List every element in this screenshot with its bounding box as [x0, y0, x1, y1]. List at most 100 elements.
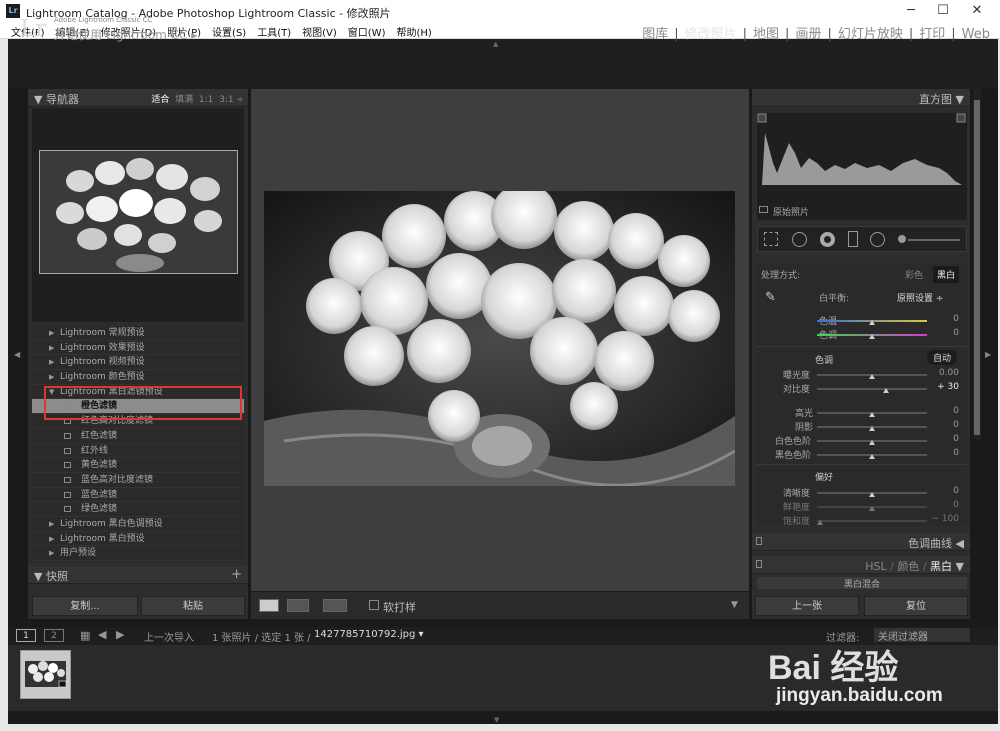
primary-window-button[interactable]: 1 [16, 629, 36, 642]
copy-button[interactable]: 复制... [32, 596, 138, 616]
preset-folder[interactable]: ▶ Lightroom 黑白预设 [32, 532, 244, 547]
preset-item[interactable]: 红外线 [32, 444, 244, 459]
panel-switch-icon[interactable] [756, 560, 762, 568]
graduated-filter-icon[interactable] [848, 231, 858, 247]
menu-view[interactable]: 视图(V) [291, 22, 337, 39]
grid-icon[interactable]: ▦ [80, 629, 90, 642]
menu-help[interactable]: 帮助(H) [385, 22, 431, 39]
shadows-slider-knob[interactable] [869, 426, 875, 431]
preset-folder[interactable]: ▶ Lightroom 视频预设 [32, 355, 244, 371]
preset-item[interactable]: 绿色滤镜 [32, 502, 244, 517]
toolbar-menu-icon[interactable]: ▼ [731, 600, 738, 610]
saturation-value[interactable]: − 100 [929, 514, 959, 524]
module-map[interactable]: 地图 [747, 27, 785, 42]
preset-folder[interactable]: ▶ 用户预设 [32, 546, 244, 561]
previous-button[interactable]: 上一张 [755, 596, 859, 616]
blacks-value[interactable]: 0 [929, 448, 959, 458]
histogram-header[interactable]: 直方图 ▼ [752, 89, 970, 107]
back-arrow-icon[interactable]: ◀ [98, 628, 106, 641]
snapshots-header[interactable]: ▼ 快照 + [28, 566, 248, 584]
bw-tab[interactable]: 黑白 [930, 560, 952, 573]
preset-item[interactable]: 红色滤镜 [32, 429, 244, 444]
secondary-window-button[interactable]: 2 [44, 629, 64, 642]
contrast-slider[interactable] [817, 388, 927, 390]
highlights-slider-knob[interactable] [869, 412, 875, 417]
close-button[interactable]: ✕ [962, 2, 992, 20]
menu-tools[interactable]: 工具(T) [246, 22, 291, 39]
forward-arrow-icon[interactable]: ▶ [116, 628, 124, 641]
tint-slider-knob[interactable] [869, 334, 875, 339]
whites-value[interactable]: 0 [929, 434, 959, 444]
preset-item[interactable]: 蓝色高对比度滤镜 [32, 473, 244, 488]
main-photo[interactable] [264, 191, 735, 486]
tone-curve-header[interactable]: 色调曲线 ◀ [752, 533, 970, 551]
loupe-view-icon[interactable] [259, 599, 279, 612]
preset-folder[interactable]: ▶ Lightroom 效果预设 [32, 341, 244, 356]
blacks-slider-knob[interactable] [869, 454, 875, 459]
module-develop[interactable]: 修改照片 [679, 27, 743, 42]
before-after-yy-icon[interactable] [323, 599, 347, 612]
minimize-button[interactable]: ─ [896, 2, 926, 20]
module-slideshow[interactable]: 幻灯片放映 [832, 27, 909, 42]
color-tab[interactable]: 颜色 [897, 560, 919, 573]
add-snapshot-button[interactable]: + [231, 567, 242, 582]
original-photo-checkbox[interactable] [759, 206, 768, 213]
highlights-value[interactable]: 0 [929, 406, 959, 416]
zoom-3-1[interactable]: 3:1 ÷ [219, 95, 244, 105]
softproof-checkbox[interactable] [369, 600, 379, 610]
white-balance-eyedropper-icon[interactable]: ✎ [765, 290, 781, 306]
reset-button[interactable]: 复位 [864, 596, 968, 616]
zoom-fit[interactable]: 适合 [151, 95, 169, 105]
before-after-view-icon[interactable] [287, 599, 309, 612]
wb-select[interactable]: 原照设置 ÷ [897, 291, 943, 304]
filmstrip-thumbnail[interactable] [20, 650, 71, 699]
hsl-header[interactable]: HSL / 颜色 / 黑白 ▼ [752, 556, 970, 574]
preset-folder[interactable]: ▶ Lightroom 常规预设 [32, 326, 244, 341]
maximize-button[interactable]: ☐ [928, 2, 958, 20]
adjustment-brush-icon[interactable] [898, 235, 906, 243]
brush-size-slider[interactable] [908, 239, 960, 241]
navigator-header[interactable]: ▼ 导航器 适合 填满 1:1 3:1 ÷ [28, 89, 248, 107]
left-panel-toggle-icon[interactable]: ◀ [14, 350, 20, 359]
whites-slider-knob[interactable] [869, 440, 875, 445]
tint-value[interactable]: 0 [929, 328, 959, 338]
hsl-tab[interactable]: HSL [865, 560, 886, 573]
histogram[interactable]: 原始照片 [757, 113, 967, 220]
treatment-color-button[interactable]: 彩色 [905, 268, 923, 281]
module-book[interactable]: 画册 [789, 27, 827, 42]
clarity-value[interactable]: 0 [929, 486, 959, 496]
module-library[interactable]: 图库 [636, 27, 674, 42]
auto-tone-button[interactable]: 自动 [927, 350, 958, 365]
vibrance-slider-knob[interactable] [869, 506, 875, 511]
spot-removal-tool-icon[interactable] [792, 232, 807, 247]
radial-filter-icon[interactable] [870, 232, 885, 247]
treatment-bw-button[interactable]: 黑白 [933, 266, 960, 283]
temp-slider-knob[interactable] [869, 320, 875, 325]
module-print[interactable]: 打印 [913, 27, 951, 42]
vibrance-value[interactable]: 0 [929, 500, 959, 510]
saturation-slider[interactable] [817, 520, 927, 522]
bottom-panel-toggle-icon[interactable]: ▼ [494, 716, 499, 724]
contrast-value[interactable]: + 30 [929, 382, 959, 392]
menu-window[interactable]: 窗口(W) [337, 22, 386, 39]
preset-item[interactable]: 蓝色滤镜 [32, 488, 244, 503]
zoom-1-1[interactable]: 1:1 [199, 95, 213, 105]
shadows-value[interactable]: 0 [929, 420, 959, 430]
saturation-slider-knob[interactable] [817, 520, 823, 525]
red-eye-tool-icon[interactable] [820, 232, 835, 247]
temp-value[interactable]: 0 [929, 314, 959, 324]
clarity-slider-knob[interactable] [869, 492, 875, 497]
crop-tool-icon[interactable] [764, 232, 778, 246]
exposure-value[interactable]: 0.00 [929, 368, 959, 378]
panel-switch-icon[interactable] [756, 537, 762, 545]
contrast-slider-knob[interactable] [883, 388, 889, 393]
right-panel-toggle-icon[interactable]: ▶ [985, 350, 991, 359]
top-panel-toggle-icon[interactable]: ▲ [493, 40, 498, 48]
exposure-slider-knob[interactable] [869, 374, 875, 379]
preset-folder[interactable]: ▶ Lightroom 黑白色调预设 [32, 517, 244, 532]
filename[interactable]: 1427785710792.jpg ▾ [314, 629, 424, 640]
get-started-link[interactable]: 开始使用 Lightroom CC ▸ [54, 26, 197, 43]
menu-settings[interactable]: 设置(S) [201, 22, 246, 39]
zoom-fill[interactable]: 填满 [175, 95, 193, 105]
paste-button[interactable]: 粘贴 [141, 596, 245, 616]
